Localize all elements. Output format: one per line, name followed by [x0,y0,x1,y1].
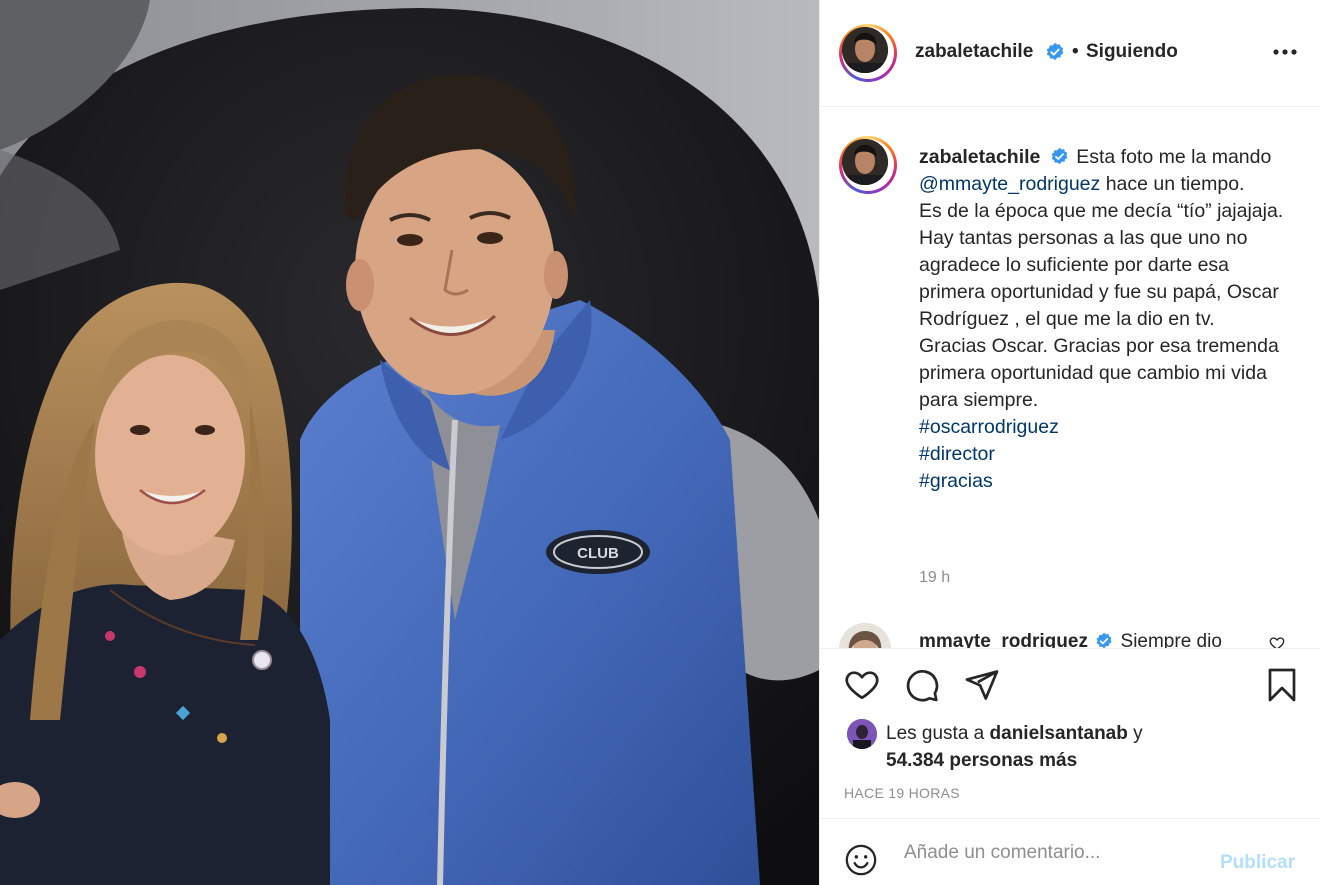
verified-badge-icon [1096,632,1112,648]
caption-text-2: hace un tiempo. [1100,173,1245,195]
separator-dot: • [1072,41,1079,62]
post-time-ago[interactable]: HACE 19 HORAS [844,785,960,801]
caption-author-avatar[interactable] [839,136,897,194]
post-image: CLUB [0,0,819,885]
likes-summary: Les gusta a danielsantanab y 54.384 pers… [886,720,1143,774]
liker-avatar[interactable] [847,719,877,749]
commenter-avatar[interactable] [839,623,891,648]
caption-line: Es de la época que me decía “tío” jajaja… [919,200,1284,222]
likes-prefix: Les gusta a [886,723,990,744]
hashtag-link[interactable]: #oscarrodriguez [919,416,1059,438]
likes-count[interactable]: 54.384 personas más [886,750,1077,771]
following-button[interactable]: Siguiendo [1086,41,1178,63]
hashtag-link[interactable]: #director [919,443,995,465]
comment-text: mmayte_rodriguez Siempre dio [919,631,1222,648]
post-actions: Les gusta a danielsantanab y 54.384 pers… [820,648,1320,818]
avatar-photo-icon [842,139,888,185]
comment-input[interactable] [904,837,1204,869]
caption-line: Hay tantas personas a las que uno no agr… [919,227,1279,330]
post-photo[interactable]: CLUB [0,0,819,885]
header-username-text[interactable]: zabaletachile [915,41,1033,62]
caption-text-1: Esta foto me la mando [1076,146,1272,168]
comments-list[interactable]: zabaletachile Esta foto me la mando @mma… [820,108,1320,648]
emoji-icon[interactable] [844,843,878,877]
commenter-username[interactable]: mmayte_rodriguez [919,631,1088,648]
comment-item: mmayte_rodriguez Siempre dio [839,623,1309,648]
post-side-panel: zabaletachile • Siguiendo zabaletachile … [819,0,1320,885]
post-caption: zabaletachile Esta foto me la mando @mma… [919,144,1299,495]
heart-icon[interactable] [844,667,880,703]
header-username[interactable]: zabaletachile [915,41,1065,63]
caption-username[interactable]: zabaletachile [919,146,1040,168]
caption-mention[interactable]: @mmayte_rodriguez [919,173,1100,195]
verified-badge-icon [1051,147,1068,165]
hashtag-link[interactable]: #gracias [919,470,993,492]
caption-timestamp[interactable]: 19 h [919,569,950,587]
verified-badge-icon [1046,42,1063,61]
add-comment-bar: Publicar [820,818,1320,885]
comment-body: Siempre dio [1120,631,1222,648]
photo-logo-text: CLUB [577,545,619,562]
post-header: zabaletachile • Siguiendo [820,0,1320,107]
comment-like-heart-icon[interactable] [1269,635,1285,648]
avatar-photo-icon [842,27,888,73]
more-options-icon[interactable] [1272,42,1298,62]
liker-username[interactable]: danielsantanab [990,723,1128,744]
likes-middle: y [1127,723,1143,744]
publish-button[interactable]: Publicar [1220,852,1295,874]
share-icon[interactable] [964,667,1000,703]
author-avatar[interactable] [839,24,897,82]
caption-line: Gracias Oscar. Gracias por esa tremenda … [919,335,1279,411]
comment-icon[interactable] [904,667,940,703]
bookmark-icon[interactable] [1264,667,1300,703]
